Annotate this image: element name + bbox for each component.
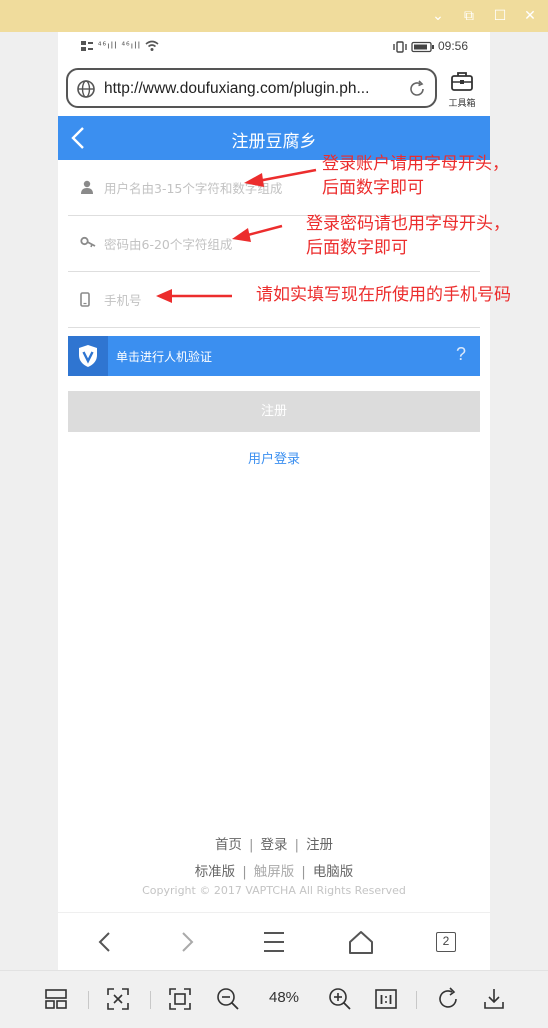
toolbar-divider [150, 991, 151, 1009]
zoom-in-icon[interactable] [328, 987, 352, 1011]
rotate-icon[interactable] [436, 987, 460, 1011]
fullscreen-icon[interactable] [168, 987, 192, 1011]
arrow-password [232, 224, 283, 242]
download-icon[interactable] [482, 987, 506, 1011]
actual-size-icon[interactable] [374, 987, 398, 1011]
toolbar-divider [416, 991, 417, 1009]
toolbar-divider [88, 991, 89, 1009]
zoom-out-icon[interactable] [216, 987, 240, 1011]
zoom-level: 48% [268, 989, 300, 1006]
thumbnails-icon[interactable] [44, 987, 68, 1011]
viewer-toolbar: 48% [0, 970, 548, 1028]
fit-window-icon[interactable] [106, 987, 130, 1011]
arrow-phone [156, 289, 232, 303]
arrow-username [244, 168, 317, 187]
annotation-arrows [156, 168, 317, 303]
